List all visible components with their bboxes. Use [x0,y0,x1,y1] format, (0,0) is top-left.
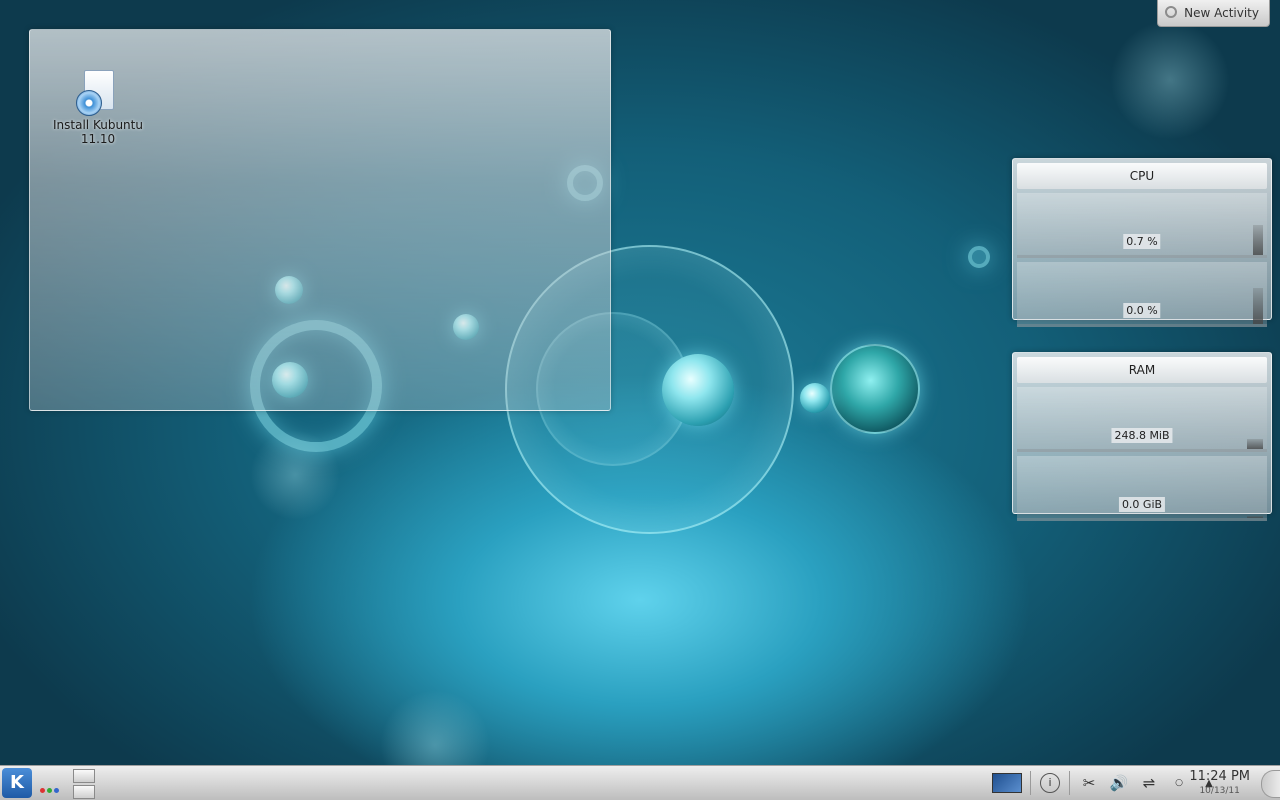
cpu-plot-2: 0.0 % [1017,262,1267,327]
cpu-spark-2 [1253,288,1263,324]
info-icon[interactable]: i [1039,772,1061,794]
volume-icon[interactable]: 🔊 [1108,772,1130,794]
install-kubuntu-label: Install Kubuntu 11.10 [53,118,143,146]
taskbar-panel: K i ✂ 🔊 ⇌ ○ ▲ 11:24 PM 10/13/11 [0,765,1280,800]
pager-desktop-1[interactable] [73,769,95,783]
klipper-scissors-icon[interactable]: ✂ [1078,772,1100,794]
tray-separator [1030,771,1031,795]
folder-view-widget: Install Kubuntu 11.10 [29,29,611,411]
cpu-plot-1: 0.7 % [1017,193,1267,258]
ram-spark-1 [1247,439,1263,449]
notification-dot-icon[interactable]: ○ [1168,772,1190,794]
ram-value-1: 248.8 MiB [1111,428,1173,443]
activity-icon [1165,6,1178,18]
new-activity-button[interactable]: New Activity [1157,0,1270,27]
ram-monitor-widget: RAM 248.8 MiB 0.0 GiB [1012,352,1272,521]
install-kubuntu-icon[interactable]: Install Kubuntu 11.10 [52,70,144,146]
cpu-monitor-widget: CPU 0.7 % 0.0 % [1012,158,1272,327]
pager-desktop-2[interactable] [73,785,95,799]
cpu-spark-1 [1253,225,1263,255]
digital-clock[interactable]: 11:24 PM 10/13/11 [1189,769,1250,797]
installer-disc-icon [76,70,120,116]
ram-plot-2: 0.0 GiB [1017,456,1267,521]
ram-spark-2 [1247,516,1263,518]
cpu-value-2: 0.0 % [1123,303,1161,318]
wallpaper-soft-3 [250,430,340,520]
wallpaper-center-ball [662,354,734,426]
cpu-title: CPU [1017,163,1267,189]
wallpaper-ball-dark [830,344,920,434]
panel-toolbox-cashew[interactable] [1261,770,1280,798]
application-launcher-button[interactable]: K [2,768,32,798]
ram-value-2: 0.0 GiB [1118,497,1166,512]
network-icon[interactable]: ⇌ [1138,772,1160,794]
ram-plot-1: 248.8 MiB [1017,387,1267,452]
desktop-pager[interactable] [73,769,95,799]
wallpaper-soft-1 [1110,20,1230,140]
clock-date: 10/13/11 [1199,786,1240,796]
display-icon[interactable] [992,772,1022,794]
wallpaper-ball-small-2 [800,383,830,413]
kde-logo-icon: K [10,772,24,793]
new-activity-label: New Activity [1184,6,1259,20]
ram-title: RAM [1017,357,1267,383]
clock-time: 11:24 PM [1189,769,1250,784]
wallpaper-ring-tiny [968,246,990,268]
cpu-value-1: 0.7 % [1123,234,1161,249]
tray-separator [1069,771,1070,795]
activity-switcher-icon[interactable] [40,778,61,793]
